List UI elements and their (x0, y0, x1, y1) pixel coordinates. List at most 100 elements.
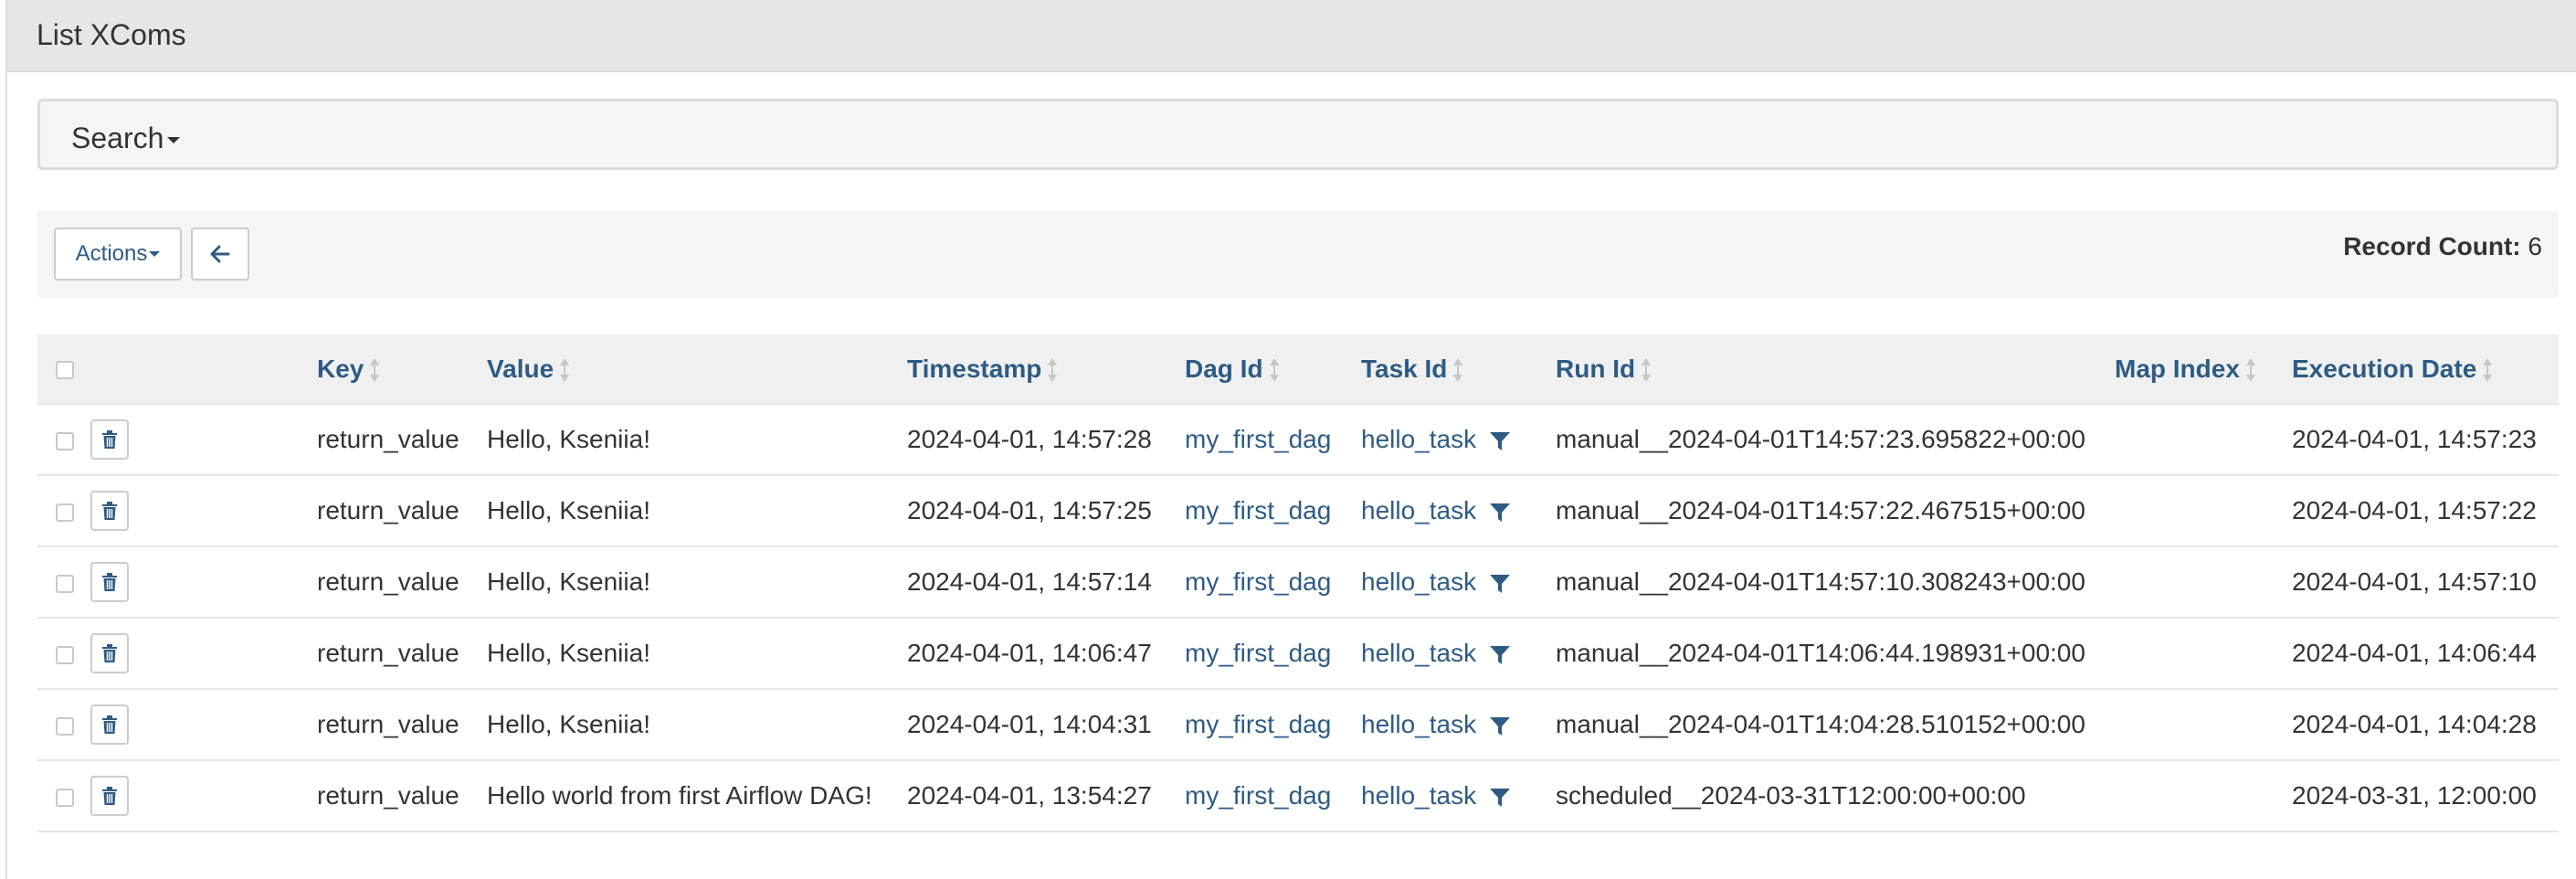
cell-run-id: manual__2024-04-01T14:57:22.467515+00:00 (1556, 475, 2115, 546)
delete-record-button[interactable] (90, 704, 129, 745)
trash-icon (102, 715, 117, 734)
search-label: Search (71, 122, 164, 154)
cell-map-index (2115, 689, 2292, 760)
cell-timestamp: 2024-04-01, 13:54:27 (907, 760, 1185, 831)
delete-record-button[interactable] (90, 562, 129, 602)
table-body: return_value Hello, Kseniia! 2024-04-01,… (37, 404, 2559, 831)
cell-value: Hello, Kseniia! (487, 404, 907, 475)
sort-icon (2483, 358, 2493, 383)
task-id-link[interactable]: hello_task (1361, 781, 1476, 810)
filter-icon[interactable] (1489, 787, 1511, 809)
column-header-run-id[interactable]: Run Id (1556, 334, 2115, 404)
task-id-link[interactable]: hello_task (1361, 710, 1476, 738)
back-button[interactable] (191, 228, 249, 281)
cell-key: return_value (317, 404, 487, 475)
column-header-dag-id-label: Dag Id (1185, 354, 1263, 383)
sort-icon (560, 358, 570, 383)
execution-date-text: 2024-04-01, 14:57:22 (2292, 496, 2537, 524)
cell-map-index (2115, 760, 2292, 831)
column-header-timestamp[interactable]: Timestamp (907, 334, 1185, 404)
delete-record-button[interactable] (90, 491, 129, 531)
cell-timestamp: 2024-04-01, 14:57:28 (907, 404, 1185, 475)
trash-icon (102, 787, 117, 805)
cell-execution-date: 2024-04-01, 14:57:23 (2292, 404, 2559, 475)
filter-icon[interactable] (1489, 430, 1511, 452)
dag-id-link[interactable]: my_first_dag (1185, 496, 1331, 524)
delete-record-button[interactable] (90, 419, 129, 460)
row-select-cell (37, 618, 90, 689)
row-checkbox[interactable] (56, 716, 74, 736)
row-checkbox[interactable] (56, 645, 74, 664)
key-text: return_value (317, 781, 459, 810)
row-select-cell (37, 689, 90, 760)
task-id-link[interactable]: hello_task (1361, 639, 1476, 667)
dag-id-link[interactable]: my_first_dag (1185, 567, 1331, 596)
select-all-checkbox[interactable] (56, 361, 74, 380)
column-header-map-index[interactable]: Map Index (2115, 334, 2292, 404)
column-header-dag-id[interactable]: Dag Id (1185, 334, 1361, 404)
filter-icon[interactable] (1489, 644, 1511, 666)
dag-id-link[interactable]: my_first_dag (1185, 639, 1331, 667)
column-header-timestamp-label: Timestamp (907, 354, 1042, 383)
run-id-text: scheduled__2024-03-31T12:00:00+00:00 (1556, 781, 2026, 810)
filter-icon[interactable] (1489, 502, 1511, 524)
key-text: return_value (317, 425, 459, 453)
delete-record-button[interactable] (90, 776, 129, 816)
timestamp-text: 2024-04-01, 14:04:31 (907, 710, 1152, 738)
column-header-task-id-label: Task Id (1361, 354, 1448, 383)
xcom-list-panel: List XComs Search Actions Record Count: … (5, 0, 2576, 879)
row-checkbox[interactable] (56, 431, 74, 450)
row-select-cell (37, 404, 90, 475)
execution-date-text: 2024-04-01, 14:57:23 (2292, 425, 2537, 453)
delete-record-button[interactable] (90, 633, 129, 673)
cell-map-index (2115, 475, 2292, 546)
row-checkbox[interactable] (56, 503, 74, 522)
value-text: Hello world from first Airflow DAG! (487, 781, 872, 810)
search-panel[interactable]: Search (37, 99, 2559, 170)
run-id-text: manual__2024-04-01T14:57:23.695822+00:00 (1556, 425, 2085, 453)
execution-date-text: 2024-03-31, 12:00:00 (2292, 781, 2537, 810)
sort-icon (1642, 358, 1652, 383)
cell-value: Hello, Kseniia! (487, 689, 907, 760)
cell-task-id: hello_task (1361, 404, 1556, 475)
dag-id-link[interactable]: my_first_dag (1185, 710, 1331, 738)
column-header-value[interactable]: Value (487, 334, 907, 404)
xcom-table: Key Value Timestamp Dag Id Task Id Run I… (37, 334, 2559, 832)
page-title: List XComs (37, 18, 186, 51)
search-toggle[interactable]: Search (71, 122, 181, 155)
sort-icon (1269, 358, 1279, 383)
value-text: Hello, Kseniia! (487, 710, 650, 738)
column-header-task-id[interactable]: Task Id (1361, 334, 1556, 404)
dag-id-link[interactable]: my_first_dag (1185, 425, 1331, 453)
row-checkbox[interactable] (56, 574, 74, 593)
run-id-text: manual__2024-04-01T14:57:10.308243+00:00 (1556, 567, 2085, 596)
task-id-link[interactable]: hello_task (1361, 496, 1476, 524)
dag-id-link[interactable]: my_first_dag (1185, 781, 1331, 810)
cell-timestamp: 2024-04-01, 14:57:14 (907, 546, 1185, 618)
row-actions-cell (90, 689, 317, 760)
cell-dag-id: my_first_dag (1185, 404, 1361, 475)
record-count-value: 6 (2528, 232, 2542, 260)
column-header-key[interactable]: Key (317, 334, 487, 404)
trash-icon (102, 644, 117, 662)
filter-icon[interactable] (1489, 715, 1511, 737)
row-checkbox[interactable] (56, 788, 74, 807)
cell-dag-id: my_first_dag (1185, 760, 1361, 831)
value-text: Hello, Kseniia! (487, 425, 650, 453)
column-header-execution-date[interactable]: Execution Date (2292, 334, 2559, 404)
cell-run-id: manual__2024-04-01T14:06:44.198931+00:00 (1556, 618, 2115, 689)
sort-icon (1453, 358, 1463, 383)
table-row: return_value Hello, Kseniia! 2024-04-01,… (37, 689, 2559, 760)
select-all-cell (37, 334, 90, 404)
execution-date-text: 2024-04-01, 14:04:28 (2292, 710, 2537, 738)
table-row: return_value Hello, Kseniia! 2024-04-01,… (37, 546, 2559, 618)
table-row: return_value Hello world from first Airf… (37, 760, 2559, 831)
caret-down-icon (167, 137, 181, 144)
timestamp-text: 2024-04-01, 14:57:14 (907, 567, 1152, 596)
actions-dropdown-button[interactable]: Actions (54, 228, 182, 281)
column-header-value-label: Value (487, 354, 554, 383)
task-id-link[interactable]: hello_task (1361, 425, 1476, 453)
filter-icon[interactable] (1489, 573, 1511, 595)
cell-map-index (2115, 404, 2292, 475)
task-id-link[interactable]: hello_task (1361, 567, 1476, 596)
